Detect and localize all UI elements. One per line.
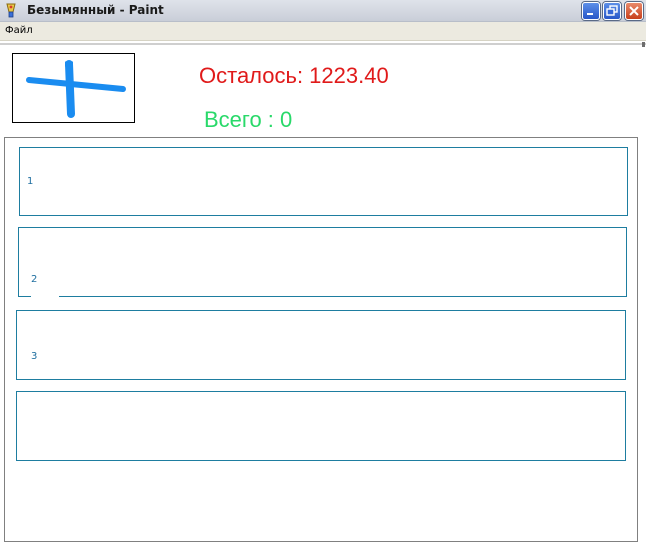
remaining-value: Осталось: 1223.40 (199, 63, 389, 88)
total-value: Всего : 0 (204, 107, 293, 132)
window-title: Безымянный - Paint (27, 3, 164, 17)
restore-button[interactable] (603, 2, 621, 20)
minimize-button[interactable] (582, 2, 600, 20)
scroll-corner-mark (642, 42, 645, 47)
slot-4[interactable] (16, 391, 626, 461)
menu-file[interactable]: Файл (5, 25, 33, 37)
preview-thumbnail (12, 53, 135, 123)
close-button[interactable] (625, 2, 643, 20)
cross-stroke-drawing (26, 60, 126, 118)
slots-panel: 1 2 3 (4, 137, 638, 542)
paint-app-icon[interactable] (4, 3, 18, 18)
menu-bar: Файл (0, 22, 646, 41)
slot-label: 1 (27, 176, 34, 187)
slot-2[interactable]: 2 (18, 227, 627, 298)
restore-icon (606, 5, 618, 16)
slot-3[interactable]: 3 (16, 310, 626, 380)
toolbar-divider (0, 43, 646, 45)
slot-1[interactable]: 1 (19, 147, 628, 216)
title-bar[interactable]: Безымянный - Paint (0, 0, 646, 22)
border-gap (31, 294, 59, 298)
close-icon (629, 6, 639, 16)
minimize-icon (587, 13, 593, 15)
slot-label: 2 (31, 274, 38, 285)
slot-label: 3 (31, 351, 38, 362)
